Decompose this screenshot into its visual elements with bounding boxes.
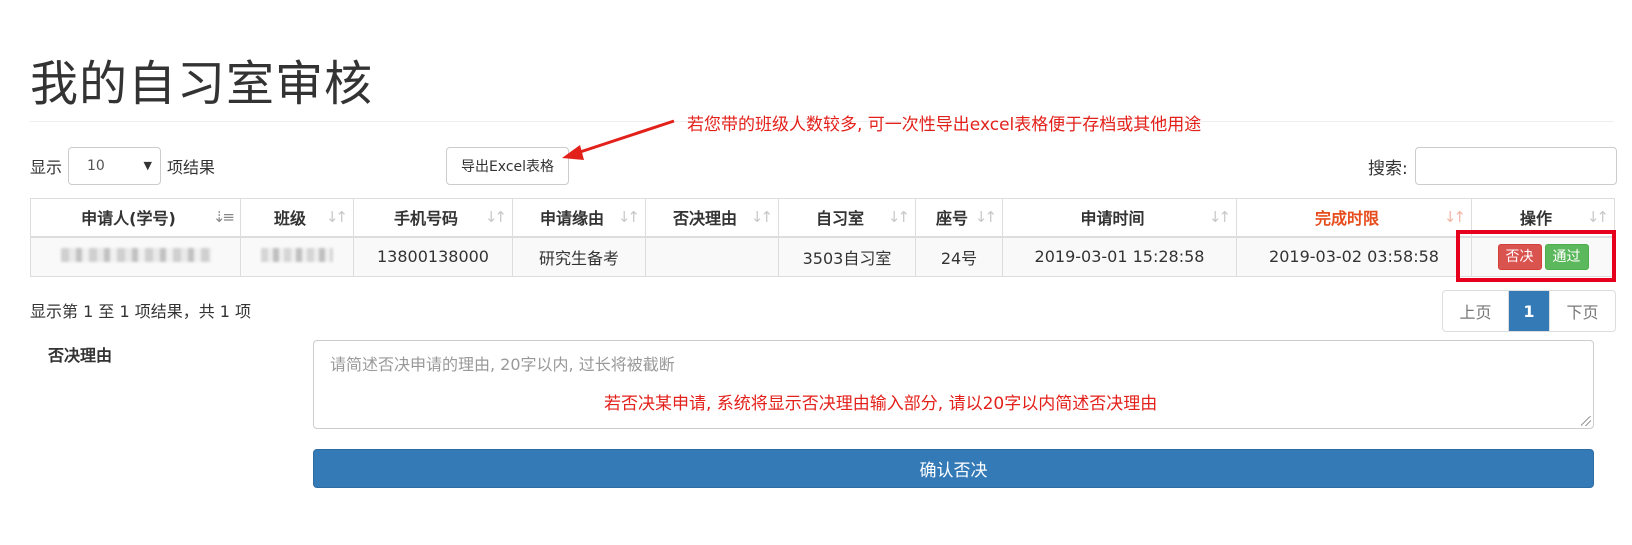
table-info: 显示第 1 至 1 项结果，共 1 项 bbox=[30, 302, 252, 321]
deny-reason-placeholder: 请简述否决申请的理由, 20字以内, 过长将被截断 bbox=[330, 355, 675, 374]
sort-icon: ↓↑ bbox=[887, 208, 910, 226]
cell-deadline: 2019-03-02 03:58:58 bbox=[1236, 236, 1472, 277]
page-title: 我的自习室审核 bbox=[30, 56, 374, 112]
table-row: 13800138000 研究生备考 3503自习室 24号 2019-03-01… bbox=[30, 236, 1615, 277]
length-suffix: 项结果 bbox=[167, 158, 216, 177]
header-seat[interactable]: 座号 ↓↑ bbox=[915, 198, 1003, 238]
actions-highlight-box bbox=[1456, 230, 1616, 282]
header-deny-reason[interactable]: 否决理由 ↓↑ bbox=[645, 198, 779, 238]
search-input[interactable] bbox=[1414, 147, 1617, 185]
confirm-deny-button[interactable]: 确认否决 bbox=[313, 449, 1594, 488]
export-annotation: 若您带的班级人数较多, 可一次性导出excel表格便于存档或其他用途 bbox=[687, 115, 1202, 135]
pagination-prev[interactable]: 上页 bbox=[1443, 291, 1509, 331]
redacted-class bbox=[261, 248, 333, 263]
page-length-value: 10 bbox=[87, 158, 105, 174]
cell-reason: 研究生备考 bbox=[512, 236, 646, 277]
sort-icon: ↓↑ bbox=[974, 208, 997, 226]
length-prefix: 显示 bbox=[30, 158, 63, 177]
cell-phone: 13800138000 bbox=[353, 236, 513, 277]
header-class[interactable]: 班级 ↓↑ bbox=[240, 198, 354, 238]
header-deadline[interactable]: 完成时限 ↓↑ bbox=[1236, 198, 1472, 238]
reason-annotation: 若否决某申请, 系统将显示否决理由输入部分, 请以20字以内简述否决理由 bbox=[604, 394, 1158, 414]
export-excel-button[interactable]: 导出Excel表格 bbox=[446, 147, 569, 185]
cell-seat: 24号 bbox=[915, 236, 1003, 277]
deny-reason-textarea[interactable]: 请简述否决申请的理由, 20字以内, 过长将被截断 若否决某申请, 系统将显示否… bbox=[313, 340, 1594, 429]
cell-applicant bbox=[30, 236, 241, 277]
sort-icon: ↓↑ bbox=[1586, 208, 1609, 226]
table-header-row: 申请人(学号) ⇣≡ 班级 ↓↑ 手机号码 ↓↑ 申请缘由 ↓↑ 否决理由 ↓↑ 自习室 ↓… bbox=[30, 198, 1615, 238]
cell-class bbox=[240, 236, 354, 277]
header-phone[interactable]: 手机号码 ↓↑ bbox=[353, 198, 513, 238]
sort-asc-icon: ⇣≡ bbox=[212, 208, 235, 226]
page-length-select[interactable]: 10 ▼ bbox=[68, 147, 162, 185]
header-reason[interactable]: 申请缘由 ↓↑ bbox=[512, 198, 646, 238]
search-label: 搜索: bbox=[1368, 158, 1408, 179]
annotation-arrow-icon bbox=[562, 119, 675, 160]
pagination-next[interactable]: 下页 bbox=[1549, 291, 1615, 331]
header-apply-time[interactable]: 申请时间 ↓↑ bbox=[1002, 198, 1237, 238]
sort-icon: ↓↑ bbox=[1443, 208, 1466, 226]
applications-table: 申请人(学号) ⇣≡ 班级 ↓↑ 手机号码 ↓↑ 申请缘由 ↓↑ 否决理由 ↓↑ 自习室 ↓… bbox=[30, 198, 1615, 277]
pagination: 上页 1 下页 bbox=[1442, 290, 1616, 332]
cell-room: 3503自习室 bbox=[778, 236, 916, 277]
sort-icon: ↓↑ bbox=[484, 208, 507, 226]
redacted-applicant bbox=[60, 248, 211, 263]
cell-apply-time: 2019-03-01 15:28:58 bbox=[1002, 236, 1237, 277]
search-control: 搜索: bbox=[1368, 147, 1617, 185]
resize-grip-icon[interactable] bbox=[1581, 416, 1591, 426]
page-length-control: 显示 10 ▼ 项结果 bbox=[30, 147, 215, 185]
cell-deny-reason bbox=[645, 236, 779, 277]
pagination-current[interactable]: 1 bbox=[1509, 291, 1549, 331]
sort-icon: ↓↑ bbox=[1208, 208, 1231, 226]
sort-icon: ↓↑ bbox=[325, 208, 348, 226]
header-applicant[interactable]: 申请人(学号) ⇣≡ bbox=[30, 198, 241, 238]
deny-reason-label: 否决理由 bbox=[48, 346, 113, 365]
sort-icon: ↓↑ bbox=[617, 208, 640, 226]
chevron-down-icon: ▼ bbox=[143, 159, 153, 172]
header-room[interactable]: 自习室 ↓↑ bbox=[778, 198, 916, 238]
sort-icon: ↓↑ bbox=[750, 208, 773, 226]
